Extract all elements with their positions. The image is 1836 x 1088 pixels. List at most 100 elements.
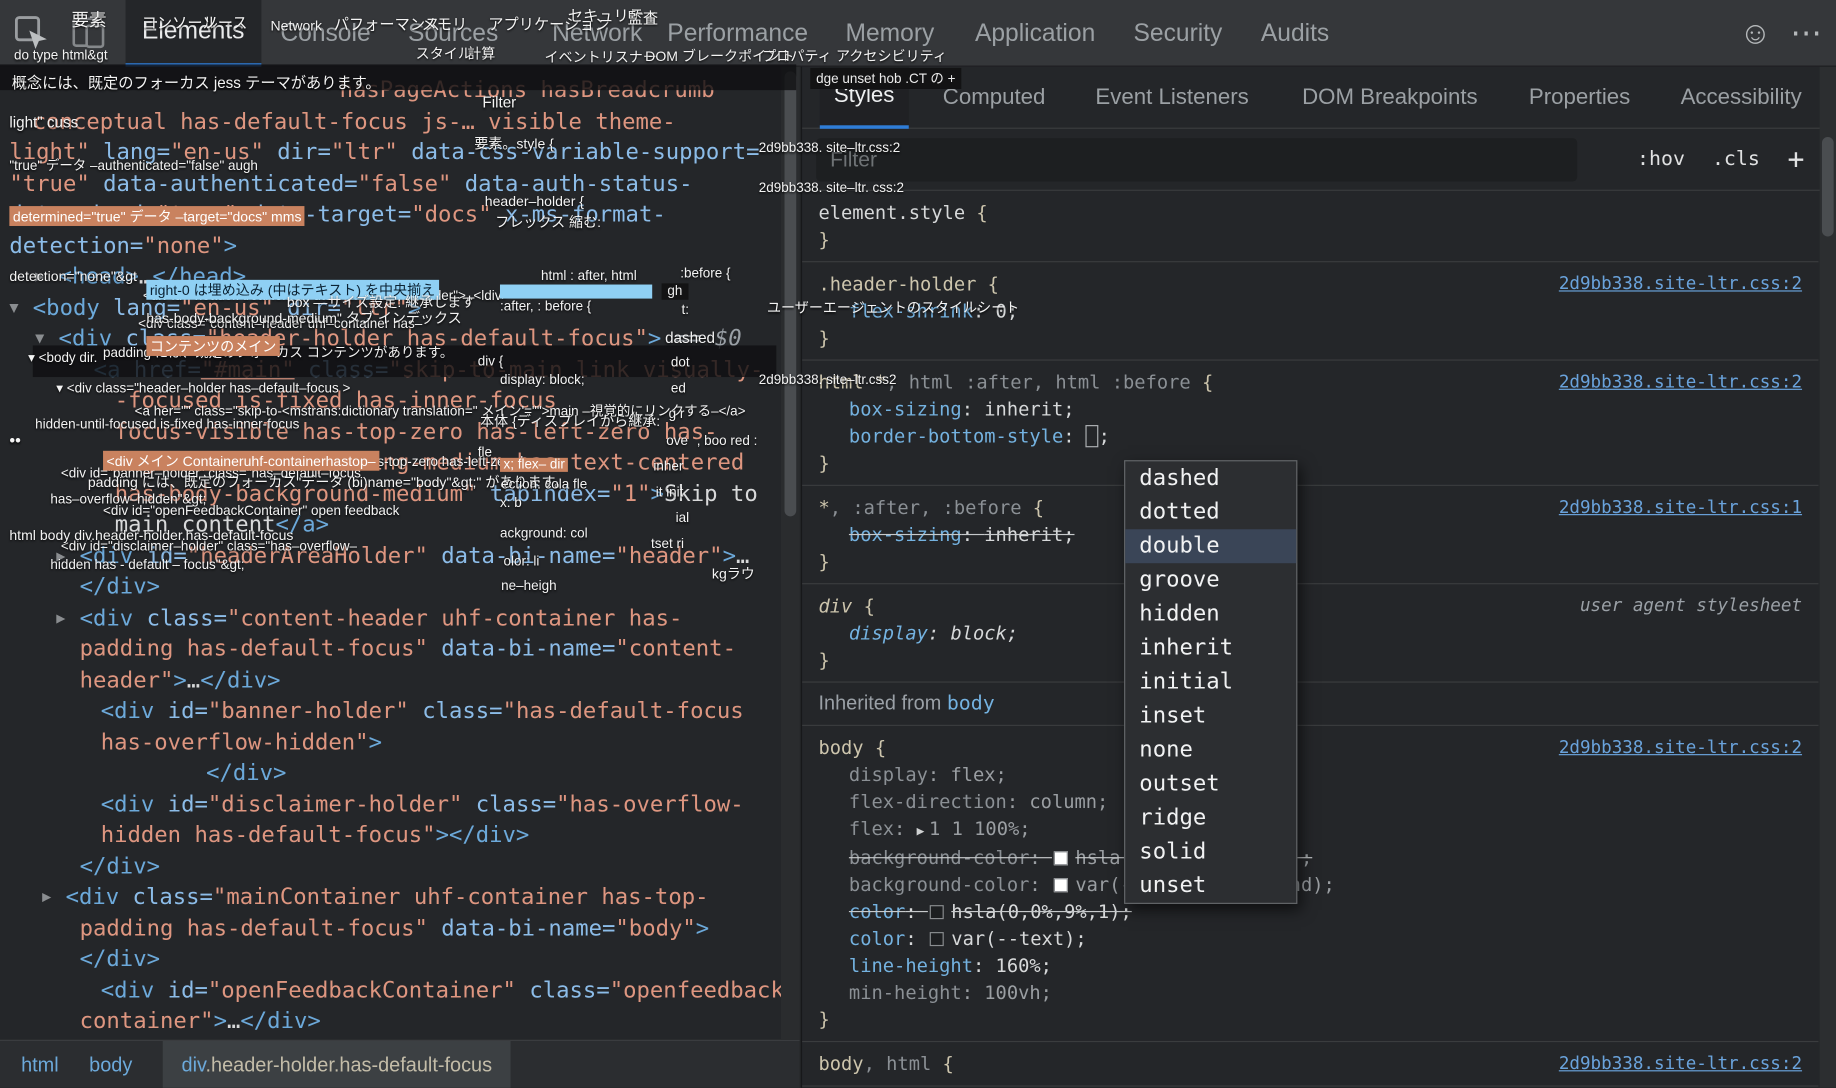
tab-network[interactable]: Network: [536, 0, 659, 67]
css-property[interactable]: color: var(--text);: [802, 925, 1818, 952]
autocomplete-option-ridge[interactable]: ridge: [1125, 801, 1296, 835]
css-property[interactable]: box-sizing: inherit;: [802, 521, 1818, 548]
autocomplete-option-unset[interactable]: unset: [1125, 869, 1296, 903]
dom-tree-row[interactable]: <div id="disclaimer-holder" class="has-o…: [0, 789, 782, 820]
autocomplete-option-initial[interactable]: initial: [1125, 665, 1296, 699]
tab-memory[interactable]: Memory: [829, 0, 951, 67]
element-classes-button[interactable]: .cls: [1712, 129, 1760, 191]
inspect-element-icon[interactable]: [14, 15, 49, 56]
tab-console[interactable]: Console: [264, 0, 387, 67]
dom-tree-row[interactable]: light" lang="en-us" dir="ltr" data-css-v…: [0, 137, 782, 168]
autocomplete-option-hidden[interactable]: hidden: [1125, 597, 1296, 631]
dom-tree-row[interactable]: header">…</div>: [0, 664, 782, 695]
styles-scrollbar[interactable]: [1820, 67, 1836, 1088]
autocomplete-option-double[interactable]: double: [1125, 529, 1296, 563]
dom-tree-row[interactable]: has-body-background-medium" tabindex="1"…: [0, 478, 782, 509]
tab-sources[interactable]: Sources: [392, 0, 515, 67]
dom-tree-row[interactable]: main content</a>: [0, 509, 782, 540]
autocomplete-option-groove[interactable]: groove: [1125, 563, 1296, 597]
tab-dom-breakpoints[interactable]: DOM Breakpoints: [1288, 67, 1492, 129]
breadcrumb-item[interactable]: div.header-holder.has-default-focus: [163, 1041, 511, 1088]
sidebar-tabs: Styles Computed Event Listeners DOM Breakpo…: [802, 67, 1836, 129]
elements-scrollbar[interactable]: [781, 67, 800, 1040]
dom-tree-row[interactable]: ▶<div id="headerAreaHolder" data-bi-name…: [0, 540, 782, 571]
css-property[interactable]: display: block;: [802, 619, 1818, 646]
dom-tree-row[interactable]: padding has-default-focus" data-bi-name=…: [0, 913, 782, 944]
tab-audits[interactable]: Audits: [1244, 0, 1345, 67]
new-style-rule-button[interactable]: +: [1787, 129, 1804, 191]
feedback-smiley-icon[interactable]: ☺: [1739, 15, 1771, 51]
dom-tree-row[interactable]: ▼<div class="header-holder has-default-f…: [0, 323, 782, 354]
tab-computed[interactable]: Computed: [929, 67, 1060, 129]
dom-tree-row[interactable]: right-zero has-padding-medium has-text-c…: [0, 447, 782, 478]
tab-styles[interactable]: Styles: [820, 67, 909, 129]
dom-tree-row[interactable]: detection="none">: [0, 230, 782, 261]
autocomplete-option-none[interactable]: none: [1125, 733, 1296, 767]
dom-tree-row[interactable]: padding has-default-focus" data-bi-name=…: [0, 633, 782, 664]
css-property[interactable]: flex: ▶1 1 100%;: [802, 815, 1818, 844]
dom-tree-row[interactable]: </div>: [0, 851, 782, 882]
stylesheet-link[interactable]: 2d9bb338.site-ltr.css:1: [1559, 494, 1802, 521]
dom-tree-row[interactable]: ▶<div class="content-header uhf-containe…: [0, 602, 782, 633]
dom-tree-row[interactable]: ▼<body lang="en-us" dir="ltr">: [0, 292, 782, 323]
rule-selector[interactable]: div {user agent stylesheet: [802, 592, 1818, 619]
autocomplete-option-inherit[interactable]: inherit: [1125, 631, 1296, 665]
tab-application[interactable]: Application: [959, 0, 1112, 67]
dom-tree-row[interactable]: conceptual has-default-focus js-… visibl…: [0, 106, 782, 137]
dom-tree-row[interactable]: </div>: [0, 571, 782, 602]
tab-event-listeners[interactable]: Event Listeners: [1081, 67, 1262, 129]
dom-tree-row[interactable]: </div>: [0, 758, 782, 789]
dom-tree-row[interactable]: determined="true" data-target="docs" x-m…: [0, 199, 782, 230]
rule-selector[interactable]: body {2d9bb338.site-ltr.css:2: [802, 734, 1818, 761]
autocomplete-option-dotted[interactable]: dotted: [1125, 495, 1296, 529]
dom-tree-row[interactable]: has-overflow-hidden">: [0, 727, 782, 758]
autocomplete-option-outset[interactable]: outset: [1125, 767, 1296, 801]
tab-elements[interactable]: Elements: [126, 0, 261, 67]
css-property[interactable]: min-height: 100vh;: [802, 979, 1818, 1006]
stylesheet-link[interactable]: 2d9bb338.site-ltr.css:2: [1559, 270, 1802, 297]
rule-selector[interactable]: .header-holder {2d9bb338.site-ltr.css:2: [802, 270, 1818, 297]
dom-tree-row[interactable]: </div>: [0, 944, 782, 975]
more-options-icon[interactable]: ⋯: [1790, 15, 1824, 51]
rule-selector[interactable]: html *, html :after, html :before {2d9bb…: [802, 369, 1818, 396]
autocomplete-option-dashed[interactable]: dashed: [1125, 461, 1296, 495]
dom-tree-row[interactable]: <div id="openFeedbackContainer" class="o…: [0, 975, 782, 1006]
css-property[interactable]: background-color: hsla(0,0%,100%,.999);: [802, 844, 1818, 871]
tab-performance[interactable]: Performance: [651, 0, 825, 67]
css-property[interactable]: display: flex;: [802, 761, 1818, 788]
dom-tree-row[interactable]: hidden has-default-focus"></div>: [0, 820, 782, 851]
css-property[interactable]: color: hsla(0,0%,9%,1);: [802, 898, 1818, 925]
dom-tree-row[interactable]: <div id="banner-holder" class="has-defau…: [0, 696, 782, 727]
autocomplete-option-inset[interactable]: inset: [1125, 699, 1296, 733]
inherited-element-link[interactable]: body: [947, 692, 995, 715]
stylesheet-link[interactable]: 2d9bb338.site-ltr.css:2: [1559, 1050, 1802, 1077]
css-property[interactable]: box-sizing: inherit;: [802, 396, 1818, 423]
css-property[interactable]: border-bottom-style: ;: [802, 423, 1818, 450]
dom-tree-row[interactable]: -focused is-fixed has-inner-focus: [0, 385, 782, 416]
rule-selector[interactable]: *, :after, :before {2d9bb338.site-ltr.cs…: [802, 494, 1818, 521]
css-property[interactable]: line-height: 160%;: [802, 952, 1818, 979]
dom-tree-row[interactable]: container">…</div>: [0, 1006, 782, 1037]
tab-properties[interactable]: Properties: [1515, 67, 1645, 129]
rule-selector[interactable]: body, html {2d9bb338.site-ltr.css:2: [802, 1050, 1818, 1077]
dom-tree-row[interactable]: ▶<div class="mainContainer uhf-container…: [0, 882, 782, 913]
autocomplete-option-solid[interactable]: solid: [1125, 835, 1296, 869]
toggle-element-state-button[interactable]: :hov: [1637, 129, 1685, 191]
css-property[interactable]: flex-shrink: 0;: [802, 297, 1818, 324]
dom-tree-row[interactable]: focus-visible has-top-zero has-left-zero…: [0, 416, 782, 447]
dom-tree-row[interactable]: <a href="#main" class="skip-to-main link…: [0, 354, 782, 385]
stylesheet-link[interactable]: 2d9bb338.site-ltr.css:2: [1559, 369, 1802, 396]
css-property[interactable]: flex-direction: column;: [802, 788, 1818, 815]
stylesheet-link[interactable]: 2d9bb338.site-ltr.css:2: [1559, 734, 1802, 761]
dom-tree-row[interactable]: hasPageActions hasBreadcrumb: [0, 75, 782, 106]
css-property[interactable]: background-color: var(--body-background)…: [802, 871, 1818, 898]
rule-selector[interactable]: element.style {: [802, 199, 1818, 226]
dom-tree-row[interactable]: ▶<head>…</head>: [0, 261, 782, 292]
device-toolbar-icon[interactable]: [70, 15, 107, 56]
styles-filter-input[interactable]: [816, 138, 1577, 181]
tab-accessibility[interactable]: Accessibility: [1667, 67, 1816, 129]
tab-security[interactable]: Security: [1117, 0, 1239, 67]
breadcrumb-item[interactable]: body: [89, 1041, 132, 1088]
dom-tree-row[interactable]: "true" data-authenticated="false" data-a…: [0, 168, 782, 199]
breadcrumb-item[interactable]: html: [21, 1041, 59, 1088]
